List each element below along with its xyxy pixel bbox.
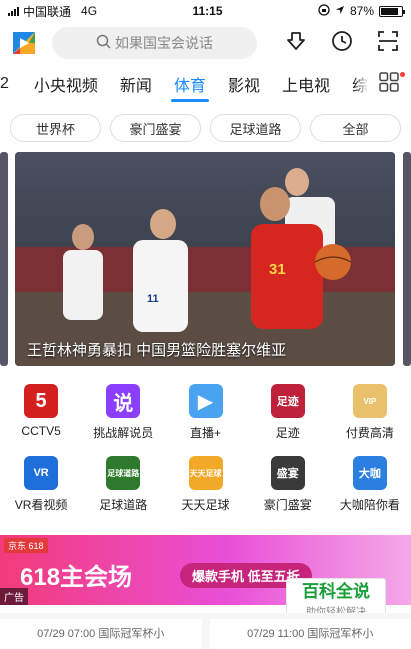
feature-item-label: 天天足球 <box>181 498 230 512</box>
live-plus-icon: ▶ <box>188 384 223 418</box>
download-icon <box>285 30 307 57</box>
cctv5-icon: 5 <box>24 384 59 418</box>
carrier-label: 中国联通 <box>23 4 72 19</box>
feature-item-label: 付费高清 <box>345 426 394 440</box>
svg-text:31: 31 <box>269 261 286 278</box>
watermark-title: 百科全说 <box>302 582 370 601</box>
match-card[interactable]: 07/29 07:00 国际冠军杯小 <box>0 619 202 649</box>
feature-item-label: 足球道路 <box>99 498 148 512</box>
hero-image: 11 31 <box>15 152 395 366</box>
ad-tag: 广告 <box>0 588 28 605</box>
signal-icon <box>8 6 19 16</box>
ad-title: 618主会场 <box>20 564 133 591</box>
commentator-icon: 说 <box>106 384 141 418</box>
carousel-next-peek[interactable] <box>403 152 411 366</box>
footprint-icon: 足迹 <box>270 384 305 418</box>
star-watch-icon: 大咖 <box>352 456 387 490</box>
feature-item[interactable]: 足球道路 足球道路 <box>82 456 164 528</box>
feature-grid-row: 5 CCTV5 说挑战解说员 ▶ 直播+ 足迹 足迹 VIP 付费高清 <box>0 384 411 456</box>
feature-grid-row: VR VR看视频 足球道路 足球道路 天天足球 天天足球 盛宴 豪门盛宴 大咖 大咖陪你看 <box>0 456 411 528</box>
tab-sports[interactable]: 体育 <box>163 64 217 104</box>
chip-football-road[interactable]: 足球道路 <box>210 114 301 142</box>
carousel-prev-peek[interactable] <box>0 152 8 366</box>
feature-item[interactable]: 大咖 大咖陪你看 <box>329 456 411 528</box>
clock-icon <box>331 30 353 57</box>
chip-elite-feast[interactable]: 豪门盛宴 <box>110 114 201 142</box>
svg-text:11: 11 <box>147 293 159 305</box>
channel-tabs: 2 小央视频 新闻 体育 影视 上电视 综艺 <box>0 64 411 104</box>
feature-item-label: 豪门盛宴 <box>263 498 312 512</box>
feature-item-label: 大咖陪你看 <box>339 498 400 512</box>
tab-xiaoyang-video[interactable]: 小央视频 <box>23 64 109 104</box>
chip-world-cup[interactable]: 世界杯 <box>10 114 101 142</box>
football-road-icon: 足球道路 <box>106 456 141 490</box>
feature-item-label: 直播+ <box>190 426 222 440</box>
status-bar: 中国联通 4G 11:15 87% <box>0 0 411 22</box>
tab-movies[interactable]: 影视 <box>217 64 271 104</box>
battery-icon <box>379 5 405 17</box>
battery-label: 87% <box>349 4 374 18</box>
chip-all[interactable]: 全部 <box>310 114 401 142</box>
download-button[interactable] <box>283 30 309 56</box>
feature-item[interactable]: 足迹 足迹 <box>247 384 329 456</box>
match-card[interactable]: 07/29 11:00 国际冠军杯小 <box>209 619 411 649</box>
tab-news[interactable]: 新闻 <box>109 64 163 104</box>
search-icon <box>96 34 111 52</box>
search-placeholder: 如果国宝会说话 <box>115 35 213 51</box>
search-box[interactable]: 如果国宝会说话 <box>52 27 257 59</box>
category-chips: 世界杯 豪门盛宴 足球道路 全部 <box>0 104 411 142</box>
feature-item-label: 挑战解说员 <box>93 426 154 440</box>
orientation-lock-icon <box>318 3 330 19</box>
feature-item[interactable]: 盛宴 豪门盛宴 <box>247 456 329 528</box>
feature-item[interactable]: ▶ 直播+ <box>164 384 246 456</box>
notification-dot <box>400 72 405 77</box>
feature-item[interactable]: 5 CCTV5 <box>0 384 82 456</box>
daily-football-icon: 天天足球 <box>188 456 223 490</box>
feature-grid: 5 CCTV5 说挑战解说员 ▶ 直播+ 足迹 足迹 VIP 付费高清 VR VR看视频 足球道路 足球… <box>0 384 411 528</box>
feature-item[interactable]: VR VR看视频 <box>0 456 82 528</box>
network-label: 4G <box>81 4 98 18</box>
hero-caption: 王哲林神勇暴扣 中国男篮险胜塞尔维亚 <box>27 342 287 359</box>
feature-item-label: VR看视频 <box>14 498 68 512</box>
vip-icon: VIP <box>352 384 387 418</box>
feature-item[interactable]: 天天足球 天天足球 <box>164 456 246 528</box>
location-icon <box>335 4 345 18</box>
clock: 11:15 <box>192 4 223 18</box>
scan-button[interactable] <box>375 30 401 56</box>
history-button[interactable] <box>329 30 355 56</box>
top-bar: 如果国宝会说话 <box>0 22 411 64</box>
ad-brand: 京东 618 <box>4 538 48 553</box>
grid-menu-icon <box>378 71 400 98</box>
vr-icon: VR <box>24 456 59 490</box>
feature-item[interactable]: 说挑战解说员 <box>82 384 164 456</box>
match-schedule: 07/29 07:00 国际冠军杯小 07/29 11:00 国际冠军杯小 <box>0 613 411 649</box>
scan-icon <box>377 30 399 57</box>
channel-menu-button[interactable] <box>367 64 411 104</box>
hero-banner[interactable]: 11 31 王哲林神勇暴扣 中国男篮险胜塞尔维亚 <box>15 152 395 366</box>
feature-item-label: CCTV5 <box>21 424 61 438</box>
app-logo-icon[interactable] <box>10 29 38 57</box>
elite-feast-icon: 盛宴 <box>270 456 305 490</box>
tab-partial[interactable]: 2 <box>0 64 23 104</box>
tab-on-tv[interactable]: 上电视 <box>271 64 341 104</box>
feature-item-label: 足迹 <box>275 426 300 440</box>
feature-item[interactable]: VIP 付费高清 <box>329 384 411 456</box>
